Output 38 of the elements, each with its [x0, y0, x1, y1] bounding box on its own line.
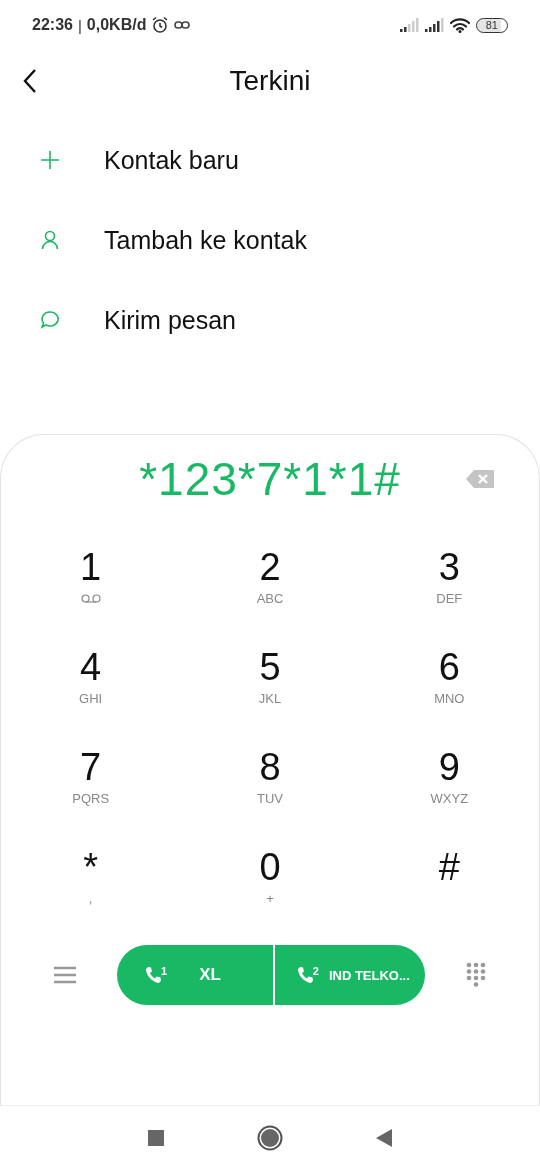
dial-key[interactable]: 7 PQRS — [1, 731, 181, 831]
dial-key[interactable]: 4 GHI — [1, 631, 181, 731]
battery-level: 81 — [475, 17, 508, 33]
back-nav-button[interactable] — [375, 1128, 393, 1148]
dial-key[interactable]: 6 MNO — [359, 631, 539, 731]
plus-icon — [40, 150, 60, 170]
signal-icon — [398, 18, 419, 32]
dial-key[interactable]: 2 ABC — [180, 531, 360, 631]
phone-icon — [296, 966, 313, 984]
dial-key[interactable]: 5 JKL — [180, 631, 360, 731]
dial-key[interactable]: * , — [1, 831, 181, 931]
dial-key[interactable]: 8 TUV — [180, 731, 360, 831]
dial-key[interactable]: 1 — [1, 531, 181, 631]
action-item[interactable]: Tambah ke kontak — [104, 225, 307, 255]
back-button[interactable] — [22, 68, 38, 94]
action-item[interactable]: Kontak baru — [104, 145, 239, 175]
phone-icon — [145, 966, 161, 984]
dial-key[interactable]: 3 DEF — [359, 531, 539, 631]
link-icon — [174, 20, 191, 30]
dialpad-icon[interactable] — [466, 962, 486, 988]
person-icon — [41, 230, 59, 250]
dial-key[interactable]: 9 WXYZ — [359, 731, 539, 831]
status-separator: | — [77, 16, 82, 34]
action-item[interactable]: Kirim pesan — [104, 305, 236, 335]
recents-button[interactable] — [147, 1129, 165, 1147]
page-title: Terkini — [229, 65, 311, 97]
dialed-number: *123*7*1*1# — [139, 452, 401, 506]
alarm-icon — [151, 16, 170, 34]
chat-bubble-icon — [40, 310, 60, 330]
signal-icon — [423, 18, 444, 32]
data-speed: 0,0KB/d — [86, 16, 147, 34]
clock-time: 22:36 — [32, 16, 73, 34]
home-button[interactable] — [257, 1125, 283, 1151]
menu-icon[interactable] — [54, 966, 76, 984]
voicemail-icon — [80, 594, 101, 603]
wifi-icon — [448, 17, 471, 33]
dial-key[interactable]: # — [359, 831, 539, 931]
dial-key[interactable]: 0 + — [180, 831, 360, 931]
